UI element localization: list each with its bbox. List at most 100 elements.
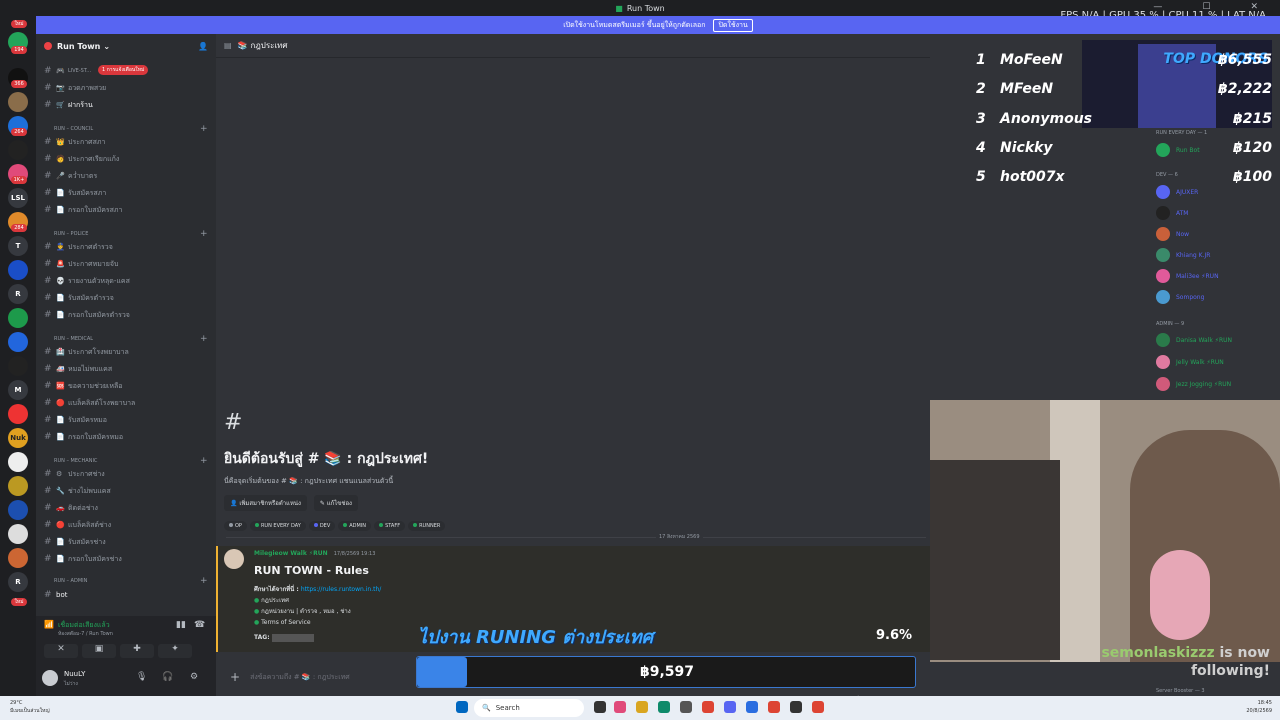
channel-item[interactable]: # bot bbox=[44, 588, 208, 602]
weather-widget[interactable]: 29°C มีเมฆเป็นส่วนใหญ่ bbox=[10, 699, 50, 715]
channel-item[interactable]: # 📄 รับสมัครสภา bbox=[44, 186, 208, 200]
member-item[interactable]: Jelly Walk ⚡RUN bbox=[1156, 355, 1224, 369]
server-icon[interactable] bbox=[8, 452, 28, 472]
channel-item[interactable]: # 🛒 ฝากร้าน bbox=[44, 98, 208, 112]
disable-streamer-button[interactable]: ปิดใช้งาน bbox=[713, 18, 753, 32]
category-mechanic[interactable]: RUN – MECHANIC + bbox=[54, 456, 208, 466]
message-author[interactable]: Milegieow Walk ⚡RUN 17/8/2569 19:13 bbox=[254, 550, 375, 557]
camera-icon[interactable]: ✕ bbox=[44, 644, 78, 658]
server-icon[interactable]: Nuk bbox=[8, 428, 28, 448]
activity-icon[interactable]: ✚ bbox=[120, 644, 154, 658]
category-admin[interactable]: RUN – ADMIN + bbox=[54, 576, 208, 586]
role-tag[interactable]: OP bbox=[224, 521, 247, 531]
category-police[interactable]: RUN – POLICE + bbox=[54, 229, 208, 239]
channel-item[interactable]: # 📄 รับสมัครหมอ bbox=[44, 413, 208, 427]
member-item[interactable]: Jezz Jogging ⚡RUN bbox=[1156, 377, 1231, 391]
member-item[interactable]: Khiang K.JR bbox=[1156, 248, 1210, 262]
avatar[interactable] bbox=[224, 549, 244, 569]
member-item[interactable]: Now bbox=[1156, 227, 1189, 241]
channel-item[interactable]: # ⚙ ประกาศช่าง bbox=[44, 467, 208, 481]
channel-item[interactable]: # 📄 รับสมัครตำรวจ bbox=[44, 291, 208, 305]
obs-icon[interactable] bbox=[790, 701, 802, 713]
channel-item[interactable]: # 📄 กรอกใบสมัครหมอ bbox=[44, 430, 208, 444]
channel-item[interactable]: # 🧑 ประกาศเรียกแก้ง bbox=[44, 152, 208, 166]
channel-item[interactable]: # 🎮 LIVE-ST... bbox=[44, 64, 208, 78]
server-icon[interactable]: R bbox=[8, 284, 28, 304]
channel-item[interactable]: # 📄 รับสมัครช่าง bbox=[44, 535, 208, 549]
start-icon[interactable] bbox=[456, 701, 468, 713]
rules-link[interactable]: https://rules.runtown.in.th/ bbox=[301, 586, 381, 593]
plus-icon[interactable]: + bbox=[230, 670, 240, 684]
gear-icon[interactable]: ⚙ bbox=[190, 672, 198, 682]
server-icon[interactable] bbox=[8, 524, 28, 544]
discord-icon[interactable] bbox=[724, 701, 736, 713]
channel-item[interactable]: # 📄 กรอกใบสมัครสภา bbox=[44, 203, 208, 217]
channel-item[interactable]: # 💀 รายงานตัวหลุด-แคส bbox=[44, 274, 208, 288]
app-icon[interactable] bbox=[614, 701, 626, 713]
add-members-button[interactable]: 👤 เพิ่มสมาชิกหรือตำแหน่ง bbox=[224, 495, 307, 511]
app-icon[interactable] bbox=[746, 701, 758, 713]
channel-item[interactable]: # 🔧 ช่างไม่พบแคส bbox=[44, 484, 208, 498]
server-icon[interactable] bbox=[8, 260, 28, 280]
channel-item[interactable]: # 🚑 หมอไม่พบแคส bbox=[44, 362, 208, 376]
role-tag[interactable]: ADMIN bbox=[338, 521, 372, 531]
chrome-icon[interactable] bbox=[812, 701, 824, 713]
system-clock[interactable]: 18:45 20/8/2569 bbox=[1246, 699, 1272, 715]
avatar[interactable] bbox=[42, 670, 58, 686]
member-item[interactable]: Sompong bbox=[1156, 290, 1204, 304]
channel-item[interactable]: # 🆘 ขอความช่วยเหลือ bbox=[44, 379, 208, 393]
server-icon[interactable] bbox=[8, 356, 28, 376]
soundboard-icon[interactable]: ✦ bbox=[158, 644, 192, 658]
member-item[interactable]: AJUXER bbox=[1156, 185, 1198, 199]
add-channel-icon[interactable]: + bbox=[200, 576, 208, 586]
server-icon[interactable]: T bbox=[8, 236, 28, 256]
channel-item[interactable]: # 🔴 แบล็คลิสต์ช่าง bbox=[44, 518, 208, 532]
add-channel-icon[interactable]: + bbox=[200, 456, 208, 466]
server-icon[interactable] bbox=[8, 500, 28, 520]
member-item[interactable]: Run Bot bbox=[1156, 143, 1200, 157]
add-member-icon[interactable]: 👤 bbox=[198, 42, 208, 51]
role-tag[interactable]: STAFF bbox=[374, 521, 406, 531]
server-icon[interactable] bbox=[8, 140, 28, 160]
server-icon[interactable] bbox=[8, 476, 28, 496]
role-tag[interactable]: RUN EVERY DAY bbox=[249, 521, 306, 531]
channel-item[interactable]: # 📄 กรอกใบสมัครตำรวจ bbox=[44, 308, 208, 322]
add-channel-icon[interactable]: + bbox=[200, 334, 208, 344]
channel-item[interactable]: # 🚨 ประกาศหมายจับ bbox=[44, 257, 208, 271]
task-view-icon[interactable] bbox=[594, 701, 606, 713]
category-medical[interactable]: RUN – MEDICAL + bbox=[54, 334, 208, 344]
role-tag[interactable]: RUNNER bbox=[408, 521, 446, 531]
server-icon[interactable] bbox=[8, 332, 28, 352]
server-header[interactable]: Run Town ⌄ 👤 bbox=[36, 34, 216, 58]
channel-item[interactable]: # 📄 กรอกใบสมัครช่าง bbox=[44, 552, 208, 566]
app-icon[interactable] bbox=[680, 701, 692, 713]
channel-item[interactable]: # 🎤 คว่ำบาตร bbox=[44, 169, 208, 183]
noise-suppression-icon[interactable]: ▮▮ bbox=[176, 620, 186, 630]
channel-item[interactable]: # 👮 ประกาศตำรวจ bbox=[44, 240, 208, 254]
channel-item[interactable]: # 👑 ประกาศสภา bbox=[44, 135, 208, 149]
chrome-icon[interactable] bbox=[702, 701, 714, 713]
member-item[interactable]: Mali3ee ⚡RUN bbox=[1156, 269, 1219, 283]
channel-item[interactable]: # 🔴 แบล็คลิสต์โรงพยาบาล bbox=[44, 396, 208, 410]
category-council[interactable]: RUN – COUNCIL + bbox=[54, 124, 208, 134]
channel-item[interactable]: # 📷 อวดภาพสวย bbox=[44, 81, 208, 95]
taskbar-search[interactable]: 🔍 Search bbox=[474, 699, 584, 717]
headphones-icon[interactable]: 🎧 bbox=[162, 672, 173, 682]
channel-item[interactable]: # 🚗 ติดต่อช่าง bbox=[44, 501, 208, 515]
server-icon[interactable] bbox=[8, 548, 28, 568]
server-icon[interactable] bbox=[8, 404, 28, 424]
folder-icon[interactable] bbox=[636, 701, 648, 713]
role-tag[interactable]: DEV bbox=[308, 521, 336, 531]
member-item[interactable]: ATM bbox=[1156, 206, 1188, 220]
server-icon[interactable]: LSL bbox=[8, 188, 28, 208]
server-icon[interactable] bbox=[8, 308, 28, 328]
add-channel-icon[interactable]: + bbox=[200, 229, 208, 239]
server-icon[interactable]: M bbox=[8, 380, 28, 400]
channel-item[interactable]: # 🏥 ประกาศโรงพยาบาล bbox=[44, 345, 208, 359]
member-item[interactable]: Danisa Walk ⚡RUN bbox=[1156, 333, 1232, 347]
edge-icon[interactable] bbox=[658, 701, 670, 713]
server-icon[interactable] bbox=[8, 92, 28, 112]
chrome-icon[interactable] bbox=[768, 701, 780, 713]
mic-icon[interactable]: 🎙 bbox=[136, 672, 147, 682]
screen-share-icon[interactable]: ▣ bbox=[82, 644, 116, 658]
